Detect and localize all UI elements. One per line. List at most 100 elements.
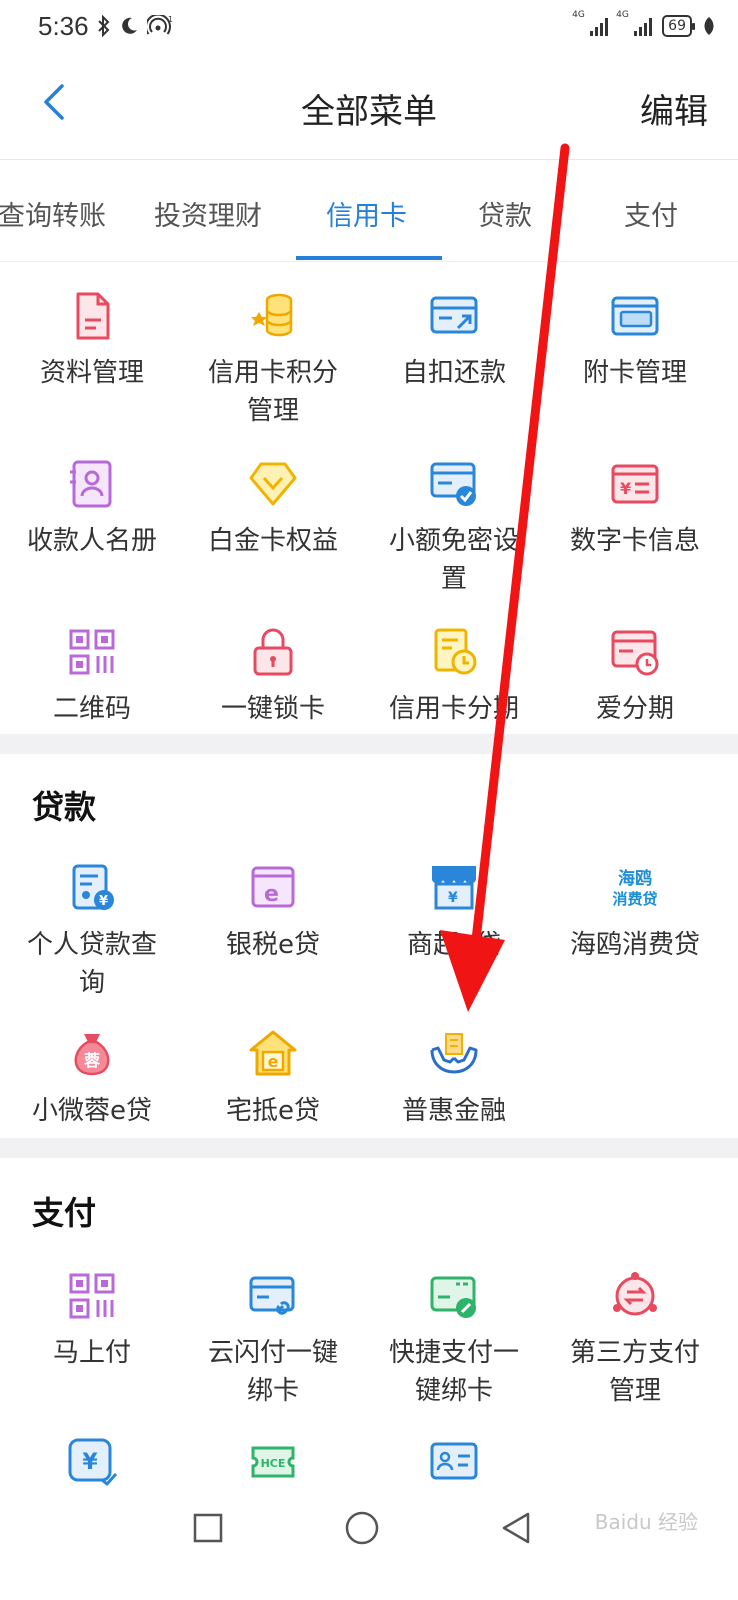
qr-code-icon (69, 1273, 115, 1319)
menu-item-label: 普惠金融 (401, 1096, 506, 1126)
menu-item-label: 收款人名册 (26, 526, 157, 556)
menu-item-label: 数字卡信息 (569, 526, 700, 556)
menu-item-label: 快捷支付一键绑卡 (388, 1338, 519, 1406)
menu-item-data-management[interactable]: 资料管理 (0, 290, 184, 392)
menu-item-label: 资料管理 (39, 358, 144, 388)
svg-text:¥: ¥ (82, 1450, 98, 1475)
menu-item-lock-card[interactable]: 一键锁卡 (181, 626, 365, 728)
menu-item-platinum-rights[interactable]: 白金卡权益 (181, 458, 365, 560)
hce-icon: HCE (251, 1446, 295, 1478)
contact-book-icon (70, 460, 112, 508)
card-icon (611, 296, 659, 336)
haiou-logo-icon: 海鸥 消费贷 (612, 868, 657, 908)
e-loan-icon: e (251, 866, 295, 908)
svg-text:¥: ¥ (99, 894, 108, 909)
section-title-payment: 支付 (32, 1194, 97, 1232)
card-clock-icon (611, 630, 659, 676)
yuan-check-icon: ¥ (68, 1438, 118, 1487)
menu-item-quick-pay-bind[interactable]: 快捷支付一键绑卡 (362, 1270, 546, 1410)
menu-item-instant-pay[interactable]: 马上付 (0, 1270, 184, 1372)
menu-item-digital-card-info[interactable]: ¥ 数字卡信息 (543, 458, 727, 560)
section-divider (0, 1138, 738, 1158)
watermark: Baidu 经验 (594, 1510, 698, 1534)
points-coins-icon (251, 293, 293, 337)
recent-apps-icon[interactable] (192, 1512, 224, 1544)
card-link-green-icon (430, 1276, 476, 1318)
money-bag-icon: 蓉 (74, 1034, 110, 1076)
menu-item-label: 附卡管理 (582, 358, 687, 388)
section-title-loans: 贷款 (32, 788, 97, 826)
menu-item-label: 小微蓉e贷 (32, 1096, 152, 1126)
home-icon[interactable] (344, 1510, 380, 1546)
svg-text:¥: ¥ (620, 479, 631, 498)
tab-investment[interactable]: 投资理财 (154, 194, 262, 233)
tab-payment[interactable]: 支付 (624, 194, 678, 233)
menu-item-qr-code[interactable]: 二维码 (0, 626, 184, 728)
menu-item-card-installment[interactable]: 信用卡分期 (362, 626, 546, 728)
menu-item-label: 第三方支付管理 (569, 1338, 700, 1406)
leaf-icon (704, 17, 714, 35)
card-link-icon (249, 1276, 295, 1315)
menu-item-xiaowei-rong-e-loan[interactable]: 蓉 小微蓉e贷 (0, 1028, 184, 1130)
menu-item-supermarket-e-loan[interactable]: ¥ 商超e贷 (362, 862, 546, 964)
menu-item-label: 一键锁卡 (220, 694, 325, 724)
tab-query-transfer[interactable]: 查询转账 (0, 194, 106, 233)
menu-item-small-password-free[interactable]: 小额免密设置 (362, 458, 546, 598)
menu-item-ai-installment[interactable]: 爱分期 (543, 626, 727, 728)
installment-icon (434, 628, 477, 675)
signal-icon: 4G (572, 10, 609, 36)
store-icon: ¥ (432, 866, 476, 910)
menu-item-label: 爱分期 (595, 694, 674, 724)
svg-text:蓉: 蓉 (83, 1051, 100, 1070)
menu-item-card-points[interactable]: 信用卡积分管理 (181, 290, 365, 430)
menu-item-payee-list[interactable]: 收款人名册 (0, 458, 184, 560)
menu-item-label: 云闪付一键绑卡 (207, 1338, 338, 1406)
lock-icon (253, 628, 293, 676)
menu-item-supplementary-card[interactable]: 附卡管理 (543, 290, 727, 392)
battery-icon: 69 (662, 15, 695, 37)
menu-item-label: 小额免密设置 (388, 526, 519, 594)
battery-level: 69 (668, 18, 686, 34)
svg-text:1: 1 (168, 15, 173, 24)
status-bar: 5:36 1 4G 4G 69 (0, 0, 738, 52)
menu-item-cloud-quickpass-bind[interactable]: 云闪付一键绑卡 (181, 1270, 365, 1410)
svg-text:海鸥: 海鸥 (618, 868, 652, 889)
menu-item-label: 二维码 (52, 694, 131, 724)
svg-text:¥: ¥ (448, 890, 458, 906)
status-time: 5:36 (38, 10, 89, 41)
svg-text:消费贷: 消费贷 (612, 890, 657, 908)
tab-active-indicator (296, 256, 442, 260)
house-icon: e (249, 1030, 297, 1076)
menu-item-auto-repay[interactable]: 自扣还款 (362, 290, 546, 392)
menu-item-personal-loan-query[interactable]: ¥ 个人贷款查询 (0, 862, 184, 1002)
menu-item-label: 宅抵e贷 (226, 1096, 320, 1126)
bluetooth-icon (97, 15, 110, 37)
auto-repay-icon (430, 296, 478, 334)
loan-query-icon: ¥ (72, 864, 114, 910)
svg-text:e: e (268, 1052, 279, 1071)
edit-button[interactable]: 编辑 (640, 84, 708, 133)
svg-text:e: e (264, 882, 279, 907)
qr-code-icon (69, 629, 115, 675)
digital-card-icon: ¥ (611, 464, 659, 504)
nav-bar: 全部菜单 编辑 (0, 52, 738, 160)
menu-item-label: 个人贷款查询 (26, 930, 157, 998)
menu-item-label: 自扣还款 (401, 358, 506, 388)
card-check-icon (430, 462, 476, 506)
menu-item-label: 信用卡积分管理 (207, 358, 338, 426)
menu-item-tax-e-loan[interactable]: e 银税e贷 (181, 862, 365, 964)
tab-credit-card[interactable]: 信用卡 (326, 194, 407, 233)
exchange-icon (613, 1272, 657, 1316)
menu-item-label: 马上付 (52, 1338, 131, 1368)
menu-item-label: 商超e贷 (407, 930, 501, 960)
menu-item-mortgage-e-loan[interactable]: e 宅抵e贷 (181, 1028, 365, 1130)
hotspot-icon: 1 (146, 15, 173, 35)
tab-loans[interactable]: 贷款 (478, 194, 532, 233)
page-title: 全部菜单 (301, 92, 437, 132)
menu-item-inclusive-finance[interactable]: 普惠金融 (362, 1028, 546, 1130)
menu-item-label: 信用卡分期 (388, 694, 519, 724)
menu-item-haiou-consumer-loan[interactable]: 海鸥 消费贷 海鸥消费贷 (543, 862, 727, 964)
moon-icon (121, 17, 137, 34)
menu-item-third-party-pay[interactable]: 第三方支付管理 (543, 1270, 727, 1410)
back-nav-icon[interactable] (498, 1510, 534, 1546)
